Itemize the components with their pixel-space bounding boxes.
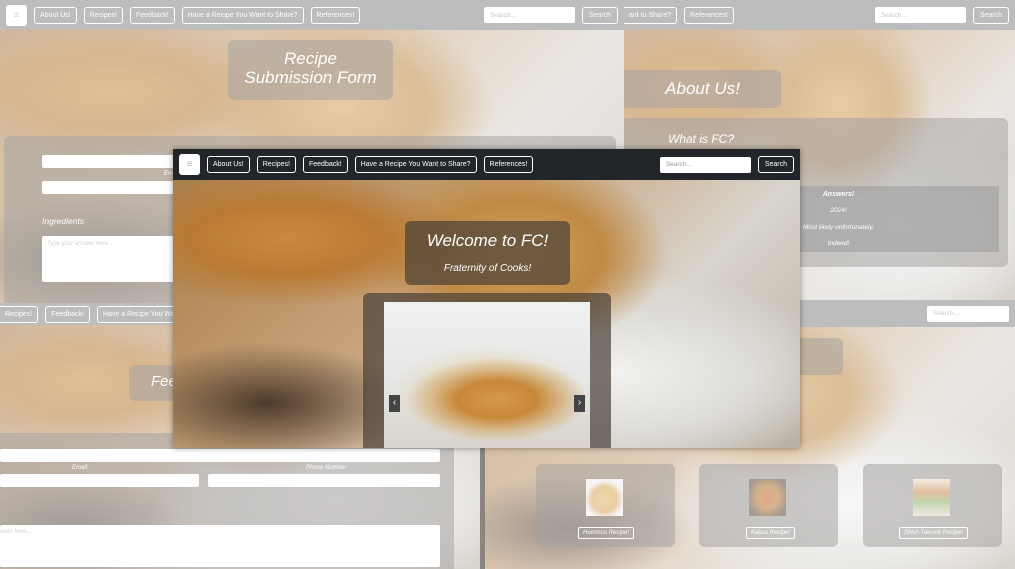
nav-share[interactable]: Have a Recipe You Want to Share? (181, 6, 304, 24)
email-label: Em (164, 171, 173, 177)
hamburger-icon[interactable]: ≡ (179, 154, 200, 175)
shish-tawook-thumbnail (913, 479, 950, 516)
search-input[interactable]: Search... (483, 7, 575, 23)
kabsa-thumbnail (749, 479, 786, 516)
recipe-link[interactable]: Hummus Recipe! (578, 527, 635, 539)
name-field[interactable] (0, 449, 440, 462)
search-button[interactable]: Search (972, 6, 1009, 24)
ingredients-textarea[interactable]: Type your answer here... (42, 236, 182, 282)
feedback-form-panel: Email: Phone Number: swer here... (0, 433, 454, 569)
nav-recipes[interactable]: Recipes! (83, 6, 123, 24)
phone-label: Phone Number: (306, 465, 349, 471)
page-title: Welcome to FC! (426, 231, 549, 250)
hamburger-icon[interactable]: ≡ (6, 4, 27, 26)
about-title-box: About Us! (624, 70, 781, 108)
home-navbar: ≡ About Us! Recipes! Feedback! Have a Re… (173, 149, 800, 180)
carousel-panel: ‹ › (363, 293, 611, 448)
nav-recipes[interactable]: Recipes! (256, 156, 296, 173)
about-navbar: ant to Share? References! Search... Sear… (624, 0, 1015, 30)
nav-recipes-partial[interactable]: Recipes! (0, 305, 39, 323)
search-input[interactable]: Search... (927, 305, 1009, 322)
ingredients-label: Ingredients (42, 216, 85, 226)
page-title: About Us! (665, 79, 740, 98)
page-title: Recipe Submission Form (244, 49, 377, 87)
email-label: Email: (72, 465, 89, 471)
email-field[interactable] (42, 181, 182, 194)
recipe-link[interactable]: Shish Tawook Recipe! (899, 527, 969, 539)
hummus-thumbnail (586, 479, 623, 516)
recipe-card[interactable]: Kabsa Recipe! (699, 464, 838, 547)
email-field[interactable] (0, 474, 199, 487)
recipe-card[interactable]: Shish Tawook Recipe! (863, 464, 1002, 547)
nav-feedback[interactable]: Feedback! (45, 305, 90, 323)
nav-references[interactable]: References! (310, 6, 361, 24)
nav-share-partial[interactable]: ant to Share? (624, 6, 678, 24)
search-input[interactable]: Search... (659, 156, 751, 173)
page-subtitle: Fraternity of Cooks! (443, 263, 532, 274)
carousel-image (384, 302, 590, 448)
phone-field[interactable] (208, 474, 440, 487)
search-button[interactable]: Search (581, 6, 618, 24)
submission-navbar: ≡ About Us! Recipes! Feedback! Have a Re… (0, 0, 624, 30)
submission-title-box: Recipe Submission Form (228, 40, 393, 100)
carousel-next-button[interactable]: › (574, 395, 585, 412)
carousel-prev-button[interactable]: ‹ (389, 395, 400, 412)
nav-about[interactable]: About Us! (207, 156, 250, 173)
recipe-card[interactable]: Hummus Recipe! (536, 464, 675, 547)
about-subtitle: What is FC? (668, 132, 735, 146)
nav-share[interactable]: Have a Recipe You Want to Share? (354, 156, 477, 173)
nav-feedback[interactable]: Feedback! (302, 156, 348, 173)
search-button[interactable]: Search (757, 156, 794, 173)
message-placeholder: swer here... (0, 529, 32, 535)
welcome-box: Welcome to FC! Fraternity of Cooks! (405, 221, 570, 285)
nav-about[interactable]: About Us! (34, 6, 77, 24)
nav-references[interactable]: References! (483, 156, 534, 173)
nav-feedback[interactable]: Feedback! (129, 6, 175, 24)
home-window: ≡ About Us! Recipes! Feedback! Have a Re… (173, 149, 800, 448)
ingredients-placeholder: Type your answer here... (47, 241, 113, 247)
search-input[interactable]: Search... (874, 7, 966, 23)
nav-references[interactable]: References! (684, 6, 734, 24)
recipe-link[interactable]: Kabsa Recipe! (746, 527, 796, 539)
name-field[interactable] (42, 155, 182, 168)
message-textarea[interactable]: swer here... (0, 525, 440, 567)
